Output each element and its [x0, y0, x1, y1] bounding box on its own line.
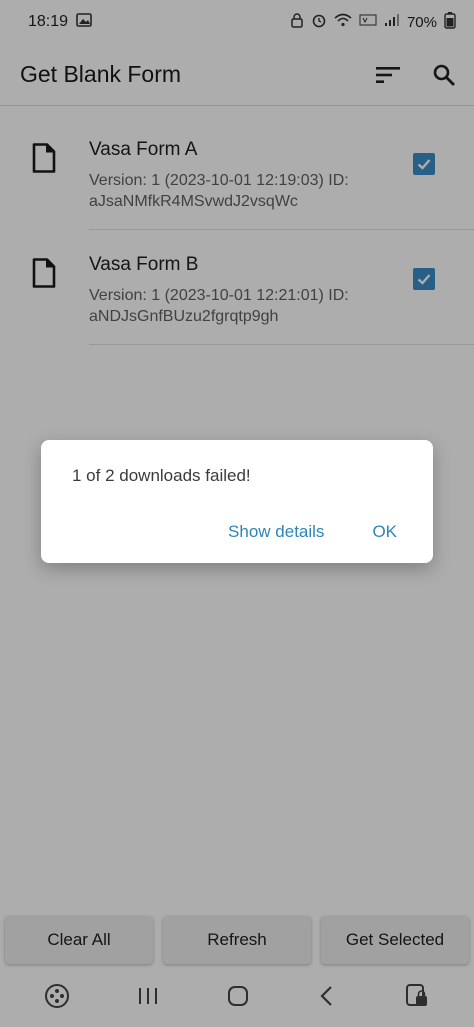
ok-button[interactable]: OK: [372, 522, 397, 542]
download-result-dialog: 1 of 2 downloads failed! Show details OK: [41, 440, 433, 563]
dialog-actions: Show details OK: [228, 522, 397, 542]
dialog-message: 1 of 2 downloads failed!: [72, 466, 251, 485]
show-details-button[interactable]: Show details: [228, 522, 324, 542]
